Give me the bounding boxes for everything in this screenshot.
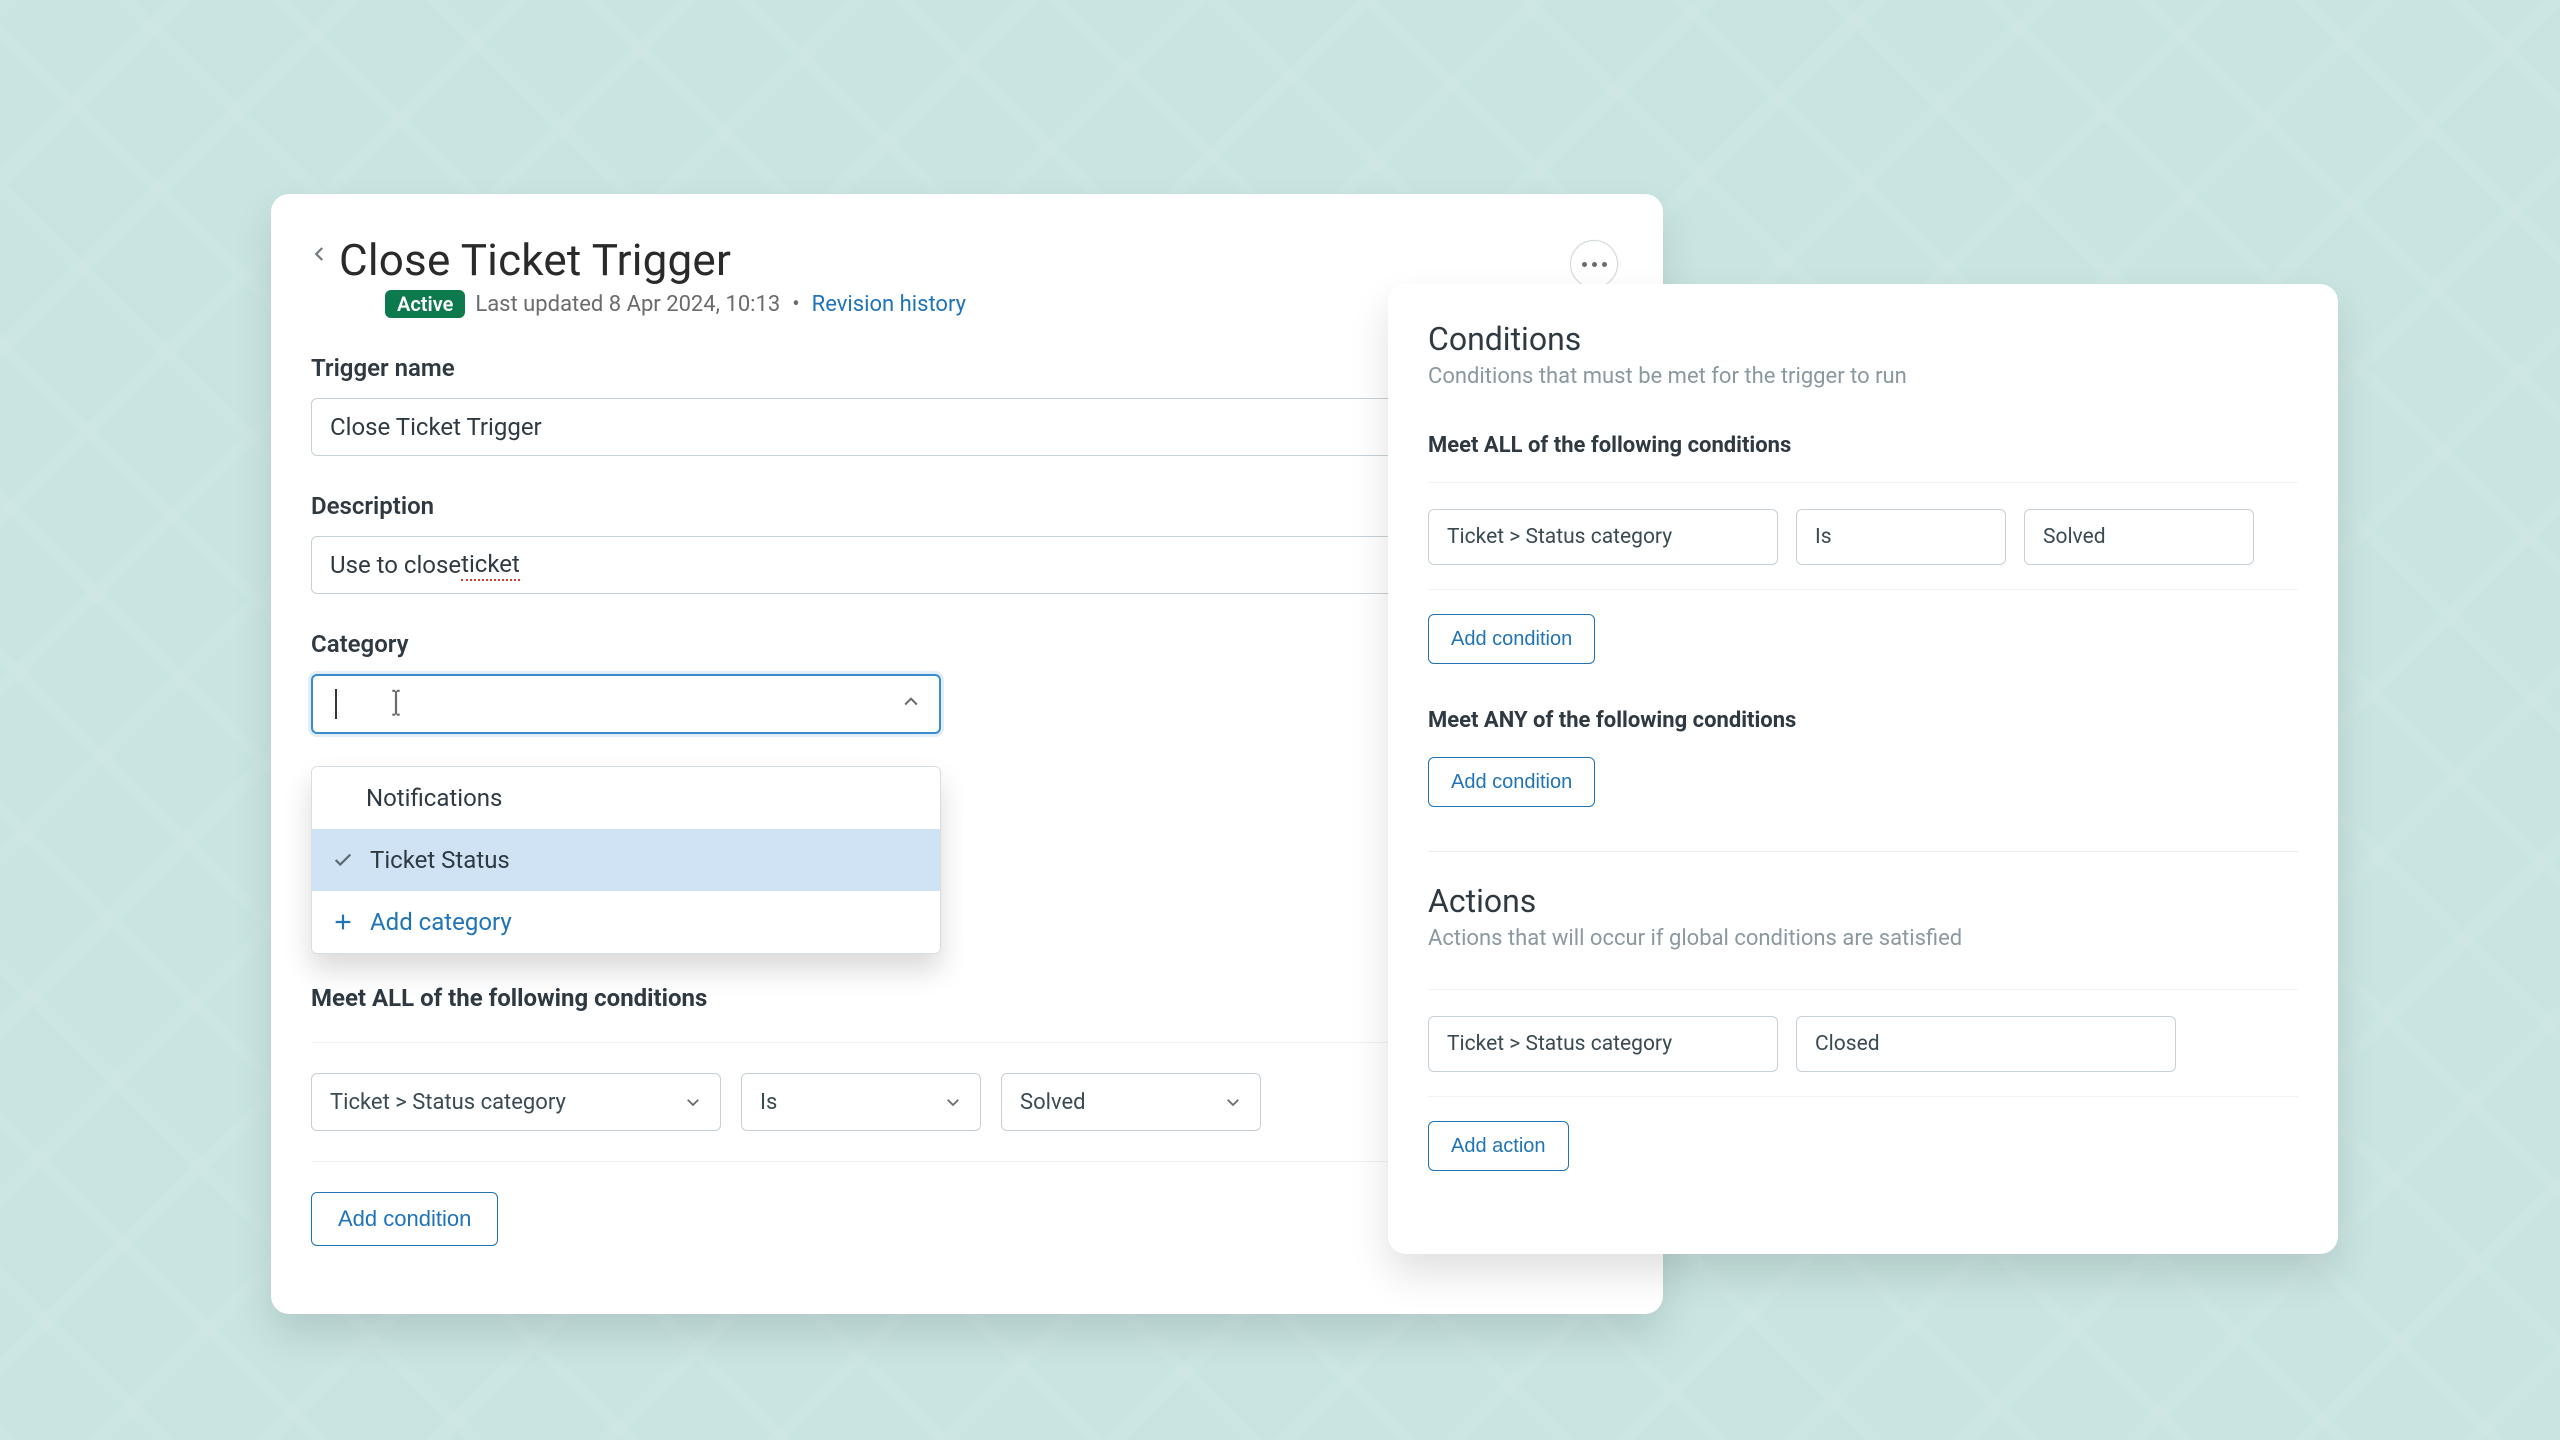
condition-field-select[interactable]: Ticket > Status category xyxy=(1428,509,1778,565)
add-category-option[interactable]: Add category xyxy=(312,891,940,953)
category-option-label: Notifications xyxy=(366,784,502,812)
action-value-select[interactable]: Closed xyxy=(1796,1016,2176,1072)
condition-row: Ticket > Status category Is Solved xyxy=(1428,509,2298,565)
conditions-actions-card: Conditions Conditions that must be met f… xyxy=(1388,284,2338,1254)
condition-value-select[interactable]: Solved xyxy=(2024,509,2254,565)
add-category-label: Add category xyxy=(370,908,512,936)
chevron-up-icon xyxy=(901,692,921,716)
description-text: Use to close xyxy=(330,551,461,579)
chevron-down-icon xyxy=(2219,529,2235,545)
add-condition-any-button[interactable]: Add condition xyxy=(1428,757,1595,807)
chevron-down-icon xyxy=(1743,529,1759,545)
section-divider xyxy=(1428,851,2298,852)
divider xyxy=(1428,589,2298,590)
add-condition-button[interactable]: Add condition xyxy=(311,1192,498,1246)
revision-history-link[interactable]: Revision history xyxy=(812,292,966,317)
category-option-notifications[interactable]: Notifications xyxy=(312,767,940,829)
conditions-title: Conditions xyxy=(1428,320,2298,358)
condition-operator-select[interactable]: Is xyxy=(741,1073,981,1131)
condition-value-select[interactable]: Solved xyxy=(1001,1073,1261,1131)
divider xyxy=(1428,482,2298,483)
description-spellcheck-word: ticket xyxy=(461,550,520,581)
text-caret xyxy=(335,689,337,719)
add-action-button[interactable]: Add action xyxy=(1428,1121,1569,1171)
category-dropdown: Notifications Ticket Status Add category xyxy=(311,766,941,954)
meet-all-label: Meet ALL of the following conditions xyxy=(1428,433,2298,458)
chevron-left-icon[interactable] xyxy=(311,245,329,275)
meet-any-label: Meet ANY of the following conditions xyxy=(1428,708,2298,733)
divider xyxy=(1428,1096,2298,1097)
action-field-select[interactable]: Ticket > Status category xyxy=(1428,1016,1778,1072)
actions-title: Actions xyxy=(1428,882,2298,920)
condition-value: Solved xyxy=(2043,525,2106,549)
category-option-label: Ticket Status xyxy=(370,846,510,874)
chevron-down-icon xyxy=(1224,1093,1242,1111)
category-combobox[interactable] xyxy=(311,674,941,734)
check-icon xyxy=(332,849,354,871)
separator-dot: • xyxy=(790,292,801,317)
chevron-down-icon xyxy=(1971,529,1987,545)
conditions-description: Conditions that must be met for the trig… xyxy=(1428,364,2298,389)
chevron-down-icon xyxy=(944,1093,962,1111)
action-value: Closed xyxy=(1815,1032,1880,1056)
action-row: Ticket > Status category Closed xyxy=(1428,1016,2298,1072)
condition-field-value: Ticket > Status category xyxy=(1447,525,1672,549)
trigger-name-value: Close Ticket Trigger xyxy=(330,413,542,441)
page-title: Close Ticket Trigger xyxy=(339,234,731,286)
condition-value: Solved xyxy=(1020,1090,1086,1115)
condition-operator-select[interactable]: Is xyxy=(1796,509,2006,565)
chevron-down-icon xyxy=(684,1093,702,1111)
status-badge: Active xyxy=(385,290,465,318)
actions-description: Actions that will occur if global condit… xyxy=(1428,926,2298,951)
add-condition-button[interactable]: Add condition xyxy=(1428,614,1595,664)
plus-icon xyxy=(332,911,354,933)
chevron-down-icon xyxy=(2141,1036,2157,1052)
condition-operator-value: Is xyxy=(760,1090,777,1115)
condition-field-value: Ticket > Status category xyxy=(330,1090,566,1115)
divider xyxy=(1428,989,2298,990)
text-cursor-icon xyxy=(385,689,407,719)
condition-field-select[interactable]: Ticket > Status category xyxy=(311,1073,721,1131)
more-horizontal-icon xyxy=(1582,262,1607,267)
category-option-ticket-status[interactable]: Ticket Status xyxy=(312,829,940,891)
action-field-value: Ticket > Status category xyxy=(1447,1032,1672,1056)
more-actions-button[interactable] xyxy=(1570,240,1618,288)
chevron-down-icon xyxy=(1743,1036,1759,1052)
condition-operator-value: Is xyxy=(1815,525,1832,549)
last-updated: Last updated 8 Apr 2024, 10:13 xyxy=(475,292,780,317)
